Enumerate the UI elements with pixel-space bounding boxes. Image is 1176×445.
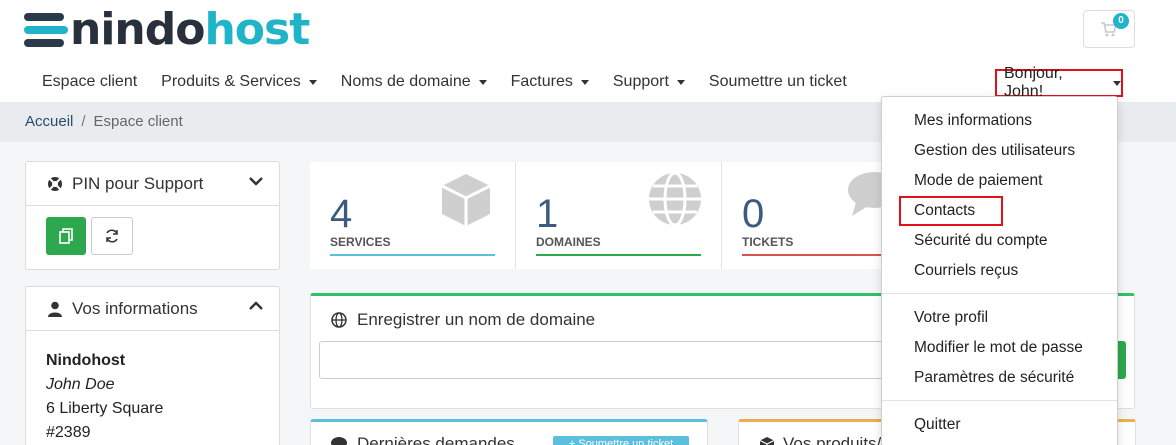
stat-domains-label: DOMAINES <box>536 235 601 249</box>
menu-item-mes-informations[interactable]: Mes informations <box>914 112 1032 130</box>
domain-search-input[interactable] <box>319 341 889 379</box>
user-icon <box>46 300 64 318</box>
stats-row: 4 SERVICES 1 DOMAINES 0 TICKETS <box>310 162 930 269</box>
stat-services-value: 4 <box>330 192 353 236</box>
cart-count-badge: 0 <box>1113 13 1129 29</box>
globe-icon <box>649 171 701 227</box>
info-address-line1: 6 Liberty Square <box>46 400 164 417</box>
stat-services-label: SERVICES <box>330 235 391 249</box>
globe-icon <box>331 312 347 328</box>
nav-espace-client[interactable]: Espace client <box>30 64 149 100</box>
caret-down-icon <box>478 79 487 85</box>
cube-icon <box>759 437 775 445</box>
refresh-pin-button[interactable] <box>91 217 133 255</box>
site-header: nindohost 0 Espace client Produits & Ser… <box>0 0 1176 102</box>
pin-panel-title: PIN pour Support <box>72 173 204 193</box>
stat-domains-value: 1 <box>536 192 559 236</box>
nav-soumettre-ticket[interactable]: Soumettre un ticket <box>697 64 859 100</box>
cart-button[interactable]: 0 <box>1083 10 1135 48</box>
menu-item-gestion-utilisateurs[interactable]: Gestion des utilisateurs <box>914 142 1075 160</box>
logo-text-dark: nindo <box>70 4 205 55</box>
nav-support[interactable]: Support <box>601 64 697 100</box>
info-address-line2: #2389 <box>46 424 91 441</box>
copy-icon <box>59 228 73 244</box>
pin-support-panel: PIN pour Support <box>25 161 280 270</box>
breadcrumb-home-link[interactable]: Accueil <box>25 113 73 130</box>
info-company: Nindohost <box>46 352 126 369</box>
recent-tickets-card: Dernières demandes + Soumettre un ticket <box>310 419 708 445</box>
chevron-up-icon <box>249 301 263 310</box>
menu-item-securite-compte[interactable]: Sécurité du compte <box>914 232 1048 250</box>
menu-item-modifier-mot-de-passe[interactable]: Modifier le mot de passe <box>914 339 1083 357</box>
lifebuoy-icon <box>46 175 64 193</box>
register-domain-title: Enregistrer un nom de domaine <box>357 310 596 329</box>
stat-tile-services[interactable]: 4 SERVICES <box>310 162 516 269</box>
caret-down-icon <box>580 79 589 85</box>
caret-down-icon <box>1113 80 1121 86</box>
logo-text-light: host <box>204 4 310 55</box>
menu-item-parametres-securite[interactable]: Paramètres de sécurité <box>914 369 1074 387</box>
nindohost-logo[interactable]: nindohost <box>24 4 310 55</box>
pin-panel-header[interactable]: PIN pour Support <box>26 162 279 206</box>
submit-ticket-button[interactable]: + Soumettre un ticket <box>553 436 689 445</box>
account-info-body: Nindohost John Doe 6 Liberty Square #238… <box>26 331 279 445</box>
user-dropdown-menu: Mes informations Gestion des utilisateur… <box>881 96 1118 445</box>
breadcrumb-current: Espace client <box>93 113 183 130</box>
menu-item-courriels-recus[interactable]: Courriels reçus <box>914 262 1018 280</box>
menu-item-contacts[interactable]: Contacts <box>914 202 975 220</box>
chevron-down-icon <box>249 177 263 186</box>
menu-item-mode-paiement[interactable]: Mode de paiement <box>914 172 1042 190</box>
your-products-title: Vos produits/ <box>783 434 882 445</box>
caret-down-icon <box>676 79 685 85</box>
stat-tickets-value: 0 <box>742 192 765 236</box>
nav-noms-de-domaine[interactable]: Noms de domaine <box>329 64 499 100</box>
menu-item-votre-profil[interactable]: Votre profil <box>914 309 988 327</box>
stat-tickets-label: TICKETS <box>742 235 794 249</box>
refresh-icon <box>106 229 118 243</box>
menu-item-quitter[interactable]: Quitter <box>914 416 961 434</box>
nav-produits-services[interactable]: Produits & Services <box>149 64 329 100</box>
breadcrumb: Accueil / Espace client <box>25 113 183 130</box>
info-panel-title: Vos informations <box>72 298 198 318</box>
copy-pin-button[interactable] <box>46 217 86 255</box>
cube-icon <box>441 174 491 226</box>
info-name: John Doe <box>46 376 115 393</box>
user-account-menu[interactable]: Bonjour, John! <box>995 65 1123 100</box>
comments-icon <box>331 437 347 445</box>
logo-stack-icon <box>24 9 68 51</box>
nav-factures[interactable]: Factures <box>499 64 601 100</box>
recent-tickets-title: Dernières demandes <box>357 434 515 445</box>
account-info-panel: Vos informations Nindohost John Doe 6 Li… <box>25 286 280 445</box>
main-nav: Espace client Produits & Services Noms d… <box>30 64 859 100</box>
stat-tile-domains[interactable]: 1 DOMAINES <box>516 162 722 269</box>
caret-down-icon <box>308 79 317 85</box>
info-panel-header[interactable]: Vos informations <box>26 287 279 331</box>
menu-divider <box>882 293 1117 294</box>
menu-divider <box>882 400 1117 401</box>
